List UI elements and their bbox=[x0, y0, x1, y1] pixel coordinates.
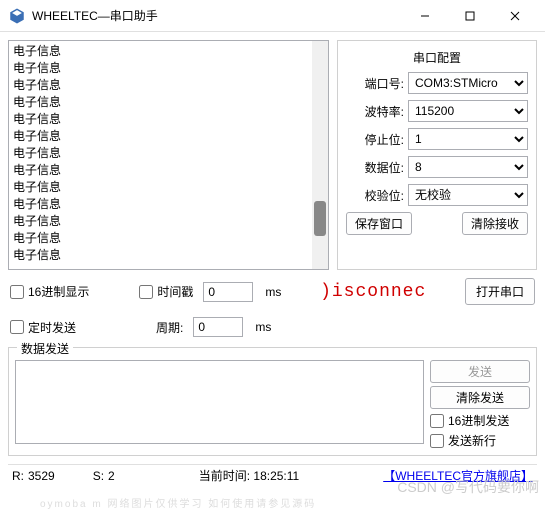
send-legend: 数据发送 bbox=[17, 340, 73, 357]
receive-area[interactable]: 电子信息电子信息电子信息电子信息电子信息电子信息电子信息电子信息电子信息电子信息… bbox=[8, 40, 329, 270]
window-controls bbox=[402, 2, 537, 30]
receive-text: 电子信息电子信息电子信息电子信息电子信息电子信息电子信息电子信息电子信息电子信息… bbox=[9, 41, 328, 266]
content: 电子信息电子信息电子信息电子信息电子信息电子信息电子信息电子信息电子信息电子信息… bbox=[0, 32, 545, 494]
open-port-button[interactable]: 打开串口 bbox=[465, 278, 535, 305]
timestamp-input[interactable] bbox=[203, 282, 253, 302]
receive-line: 电子信息 bbox=[13, 196, 324, 213]
timed-send-checkbox[interactable] bbox=[10, 320, 24, 334]
app-icon bbox=[8, 7, 26, 25]
scrollbar-thumb[interactable] bbox=[314, 201, 326, 236]
data-label: 数据位: bbox=[346, 159, 404, 176]
send-button[interactable]: 发送 bbox=[430, 360, 530, 383]
period-label: 周期: bbox=[156, 319, 183, 336]
newline-label: 发送新行 bbox=[448, 432, 496, 449]
watermark-bottom: oymoba m 网络图片仅供学习 如何使用请参见源码 bbox=[40, 495, 316, 510]
hex-display-checkbox[interactable] bbox=[10, 285, 24, 299]
time-value: 18:25:11 bbox=[253, 469, 299, 483]
window-title: WHEELTEC—串口助手 bbox=[32, 7, 402, 24]
newline-checkbox[interactable] bbox=[430, 434, 444, 448]
r-label: R: bbox=[12, 469, 24, 483]
save-window-button[interactable]: 保存窗口 bbox=[346, 212, 412, 235]
timestamp-unit: ms bbox=[265, 285, 281, 299]
maximize-button[interactable] bbox=[447, 2, 492, 30]
config-title: 串口配置 bbox=[346, 49, 528, 66]
send-panel: 数据发送 发送 清除发送 16进制发送 发送新行 bbox=[8, 347, 537, 456]
receive-line: 电子信息 bbox=[13, 60, 324, 77]
port-label: 端口号: bbox=[346, 75, 404, 92]
data-select[interactable]: 8 bbox=[408, 156, 528, 178]
clear-send-button[interactable]: 清除发送 bbox=[430, 386, 530, 409]
parity-label: 校验位: bbox=[346, 187, 404, 204]
parity-select[interactable]: 无校验 bbox=[408, 184, 528, 206]
stop-label: 停止位: bbox=[346, 131, 404, 148]
serial-config-panel: 串口配置 端口号: COM3:STMicro 波特率: 115200 停止位: … bbox=[337, 40, 537, 270]
receive-line: 电子信息 bbox=[13, 213, 324, 230]
close-button[interactable] bbox=[492, 2, 537, 30]
receive-line: 电子信息 bbox=[13, 247, 324, 264]
receive-line: 电子信息 bbox=[13, 145, 324, 162]
hex-send-label: 16进制发送 bbox=[448, 412, 509, 429]
timestamp-label: 时间戳 bbox=[157, 283, 193, 300]
period-input[interactable] bbox=[193, 317, 243, 337]
scrollbar[interactable] bbox=[312, 41, 328, 269]
store-link[interactable]: 【WHEELTEC官方旗舰店】 bbox=[383, 467, 533, 484]
receive-line: 电子信息 bbox=[13, 179, 324, 196]
s-value: 2 bbox=[108, 469, 115, 483]
send-textarea[interactable] bbox=[15, 360, 424, 444]
time-label: 当前时间: bbox=[199, 469, 250, 483]
r-value: 3529 bbox=[28, 469, 55, 483]
stop-select[interactable]: 1 bbox=[408, 128, 528, 150]
receive-line: 电子信息 bbox=[13, 230, 324, 247]
titlebar: WHEELTEC—串口助手 bbox=[0, 0, 545, 32]
receive-line: 电子信息 bbox=[13, 43, 324, 60]
receive-line: 电子信息 bbox=[13, 94, 324, 111]
receive-line: 电子信息 bbox=[13, 111, 324, 128]
baud-label: 波特率: bbox=[346, 103, 404, 120]
clear-receive-button[interactable]: 清除接收 bbox=[462, 212, 528, 235]
hex-send-checkbox[interactable] bbox=[430, 414, 444, 428]
s-label: S: bbox=[93, 469, 104, 483]
minimize-button[interactable] bbox=[402, 2, 447, 30]
connection-status: )isconnec bbox=[320, 282, 426, 302]
port-select[interactable]: COM3:STMicro bbox=[408, 72, 528, 94]
period-unit: ms bbox=[255, 320, 271, 334]
timestamp-checkbox[interactable] bbox=[139, 285, 153, 299]
receive-line: 电子信息 bbox=[13, 128, 324, 145]
statusbar: R: 3529 S: 2 当前时间: 18:25:11 【WHEELTEC官方旗舰店… bbox=[8, 464, 537, 486]
hex-display-label: 16进制显示 bbox=[28, 283, 89, 300]
receive-line: 电子信息 bbox=[13, 77, 324, 94]
receive-line: 电子信息 bbox=[13, 162, 324, 179]
baud-select[interactable]: 115200 bbox=[408, 100, 528, 122]
timed-send-label: 定时发送 bbox=[28, 319, 76, 336]
